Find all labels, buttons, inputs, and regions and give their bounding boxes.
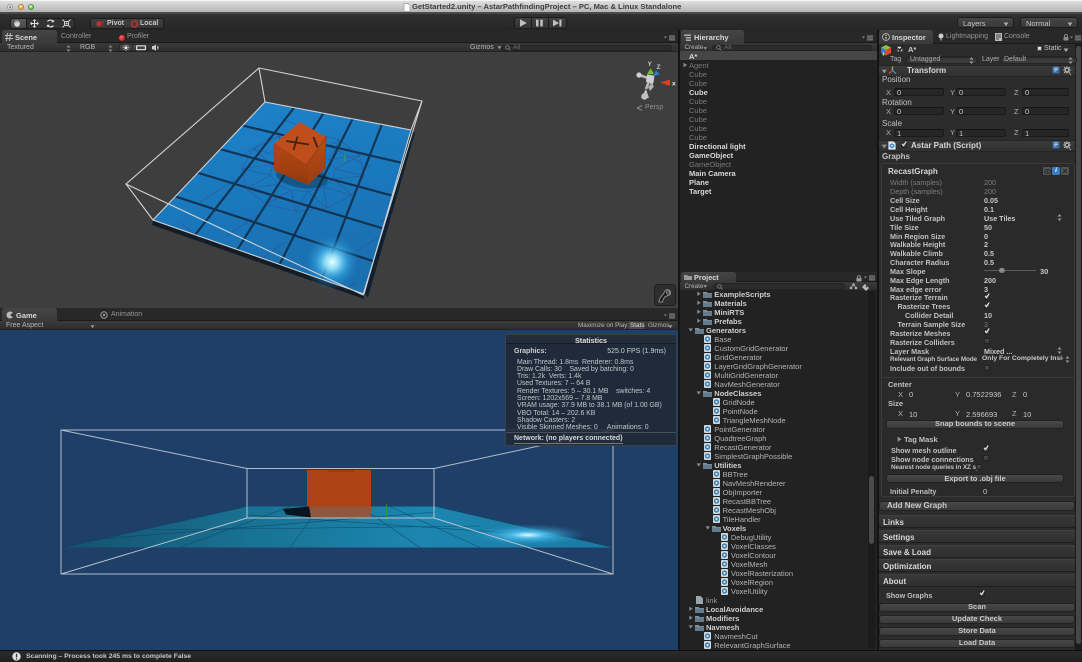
svg-text:Z: Z xyxy=(657,64,661,71)
svg-text:Y: Y xyxy=(648,61,653,68)
svg-text:x: x xyxy=(672,81,676,88)
